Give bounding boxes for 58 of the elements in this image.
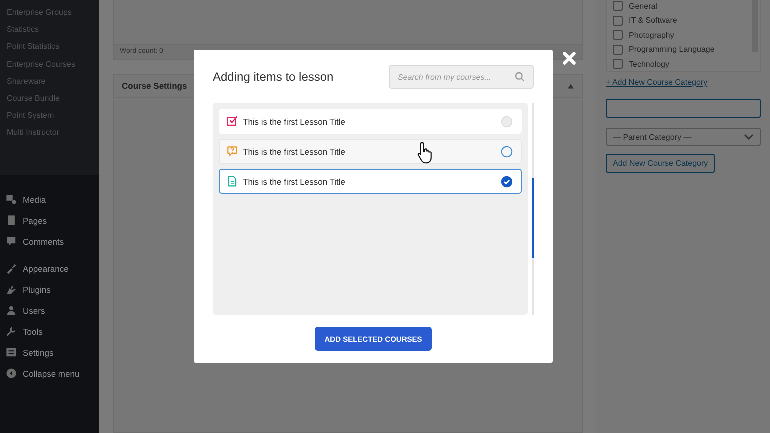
panel-title: Course Settings — [122, 81, 188, 91]
menu-label: Users — [23, 306, 46, 316]
checkbox[interactable] — [613, 44, 623, 54]
question-bubble-icon — [227, 146, 238, 157]
close-icon[interactable] — [562, 51, 577, 66]
menu-label: Pages — [23, 216, 48, 226]
menu-item[interactable]: Users — [0, 300, 99, 321]
item-title: This is the first Lesson Title — [243, 176, 347, 186]
category-label: Technology — [629, 60, 670, 68]
parent-category-select[interactable]: — Parent Category — — [606, 128, 761, 146]
radio-circle-icon[interactable] — [501, 146, 513, 158]
search-icon — [515, 72, 525, 82]
lesson-item[interactable]: This is the first Lesson Title — [219, 139, 522, 164]
lesson-item[interactable]: This is the first Lesson Title — [219, 169, 522, 194]
wrench-icon — [6, 326, 17, 337]
menu-label: Comments — [23, 236, 64, 246]
brush-icon — [6, 263, 17, 274]
menu-item[interactable]: Pages — [0, 210, 99, 231]
media-icon — [6, 194, 17, 205]
category-label: IT & Software — [629, 16, 678, 25]
add-category-link[interactable]: + Add New Course Category — [606, 78, 708, 87]
item-title: This is the first Lesson Title — [243, 116, 347, 126]
menu-item[interactable]: Collapse menu — [0, 363, 99, 384]
category-label: Photography — [629, 30, 674, 40]
menu-label: Media — [23, 194, 46, 204]
hand-cursor-icon — [417, 141, 434, 165]
check-circle-icon[interactable] — [501, 176, 513, 188]
person-icon — [6, 305, 17, 316]
checkbox[interactable] — [613, 59, 623, 69]
checkbox[interactable] — [613, 1, 623, 11]
checkbox[interactable] — [613, 30, 623, 40]
menu-label: Plugins — [23, 284, 51, 294]
menu-item[interactable]: Plugins — [0, 279, 99, 300]
menu-item[interactable]: Tools — [0, 321, 99, 342]
pages-icon — [6, 215, 17, 226]
collapse-arrow-icon[interactable] — [568, 84, 574, 88]
lesson-item[interactable]: This is the first Lesson Title — [219, 109, 522, 134]
category-label: General — [629, 2, 658, 10]
scrollbar[interactable] — [532, 103, 534, 315]
modal-title: Adding items to lesson — [213, 70, 334, 84]
menu-item[interactable]: Settings — [0, 342, 99, 363]
item-title: This is the first Lesson Title — [243, 146, 347, 156]
menu-item[interactable]: Media — [0, 189, 99, 210]
menu-label: Tools — [23, 326, 43, 336]
plug-icon — [6, 284, 17, 295]
document-icon — [227, 176, 238, 187]
menu-item[interactable]: Comments — [0, 231, 99, 252]
menu-item[interactable]: Appearance — [0, 258, 99, 279]
checkbox-tick-icon — [227, 116, 238, 127]
category-label: Programming Language — [629, 45, 715, 54]
speech-bubble-icon — [6, 236, 17, 247]
checkbox[interactable] — [613, 16, 623, 26]
chevron-down-icon — [744, 134, 754, 140]
category-name-field[interactable] — [606, 99, 761, 118]
search-field[interactable]: Search from my courses... — [389, 65, 534, 89]
menu-label: Collapse menu — [23, 368, 80, 378]
menu-label: Settings — [23, 348, 54, 358]
menu-label: Appearance — [23, 264, 69, 274]
